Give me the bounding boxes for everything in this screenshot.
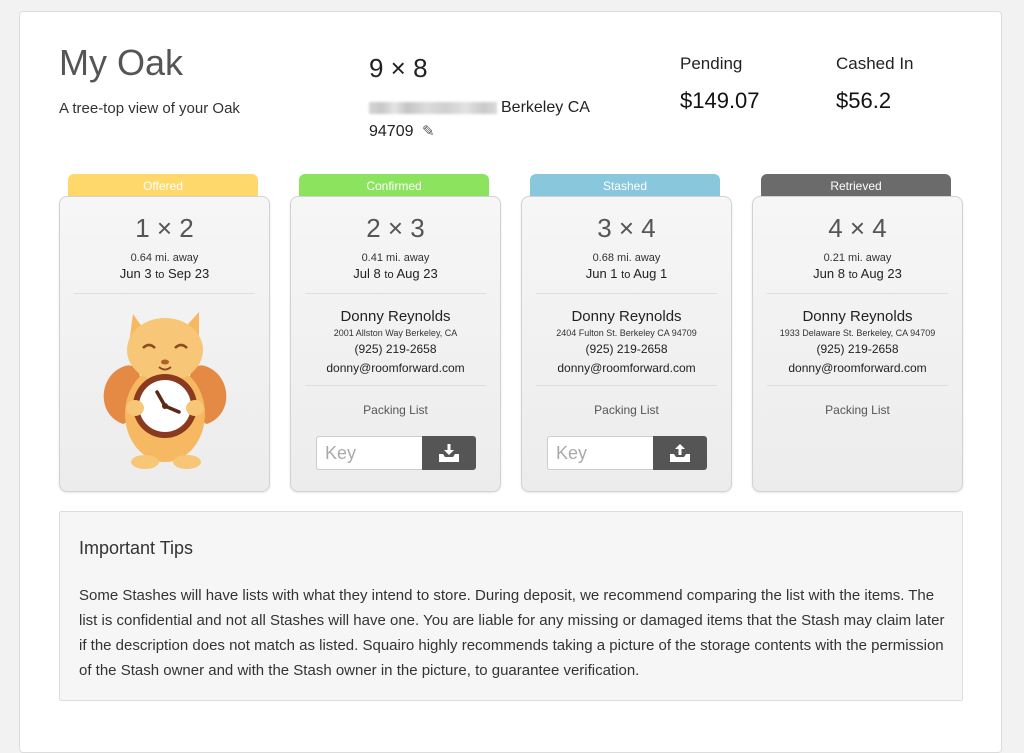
oak-size: 9 × 8 [369, 53, 428, 83]
pending-stat: Pending $149.07 [680, 54, 760, 114]
important-tips-panel: Important Tips Some Stashes will have li… [59, 511, 963, 701]
card-size: 4 × 4 [828, 213, 887, 243]
redacted-street [369, 101, 497, 114]
contact-name: Donny Reynolds [802, 308, 913, 325]
address-city: Berkeley CA [501, 99, 590, 116]
date-end: Aug 23 [860, 266, 902, 281]
card-divider [767, 385, 948, 386]
squirrel-clock-illustration [103, 312, 226, 469]
card-dates: Jun 1 to Aug 1 [522, 266, 731, 281]
date-to: to [384, 269, 394, 281]
card-divider [305, 293, 486, 294]
cashed-label: Cashed In [836, 54, 914, 73]
pending-label: Pending [680, 54, 743, 73]
contact-street: 1933 Delaware St. Berkeley, CA 94709 [779, 328, 936, 338]
contact-name: Donny Reynolds [340, 308, 451, 325]
date-start: Jun 8 [813, 266, 845, 281]
contact-phone: (925) 219-2658 [585, 342, 668, 356]
contact-phone: (925) 219-2658 [354, 342, 437, 356]
page-title: My Oak [59, 42, 184, 83]
pencil-icon[interactable]: ✎ [422, 123, 435, 140]
status-tab-offered: Offered [68, 174, 258, 196]
card-dates: Jul 8 to Aug 23 [291, 266, 500, 281]
card-divider [767, 293, 948, 294]
packing-list-link[interactable]: Packing List [291, 403, 500, 417]
contact-name: Donny Reynolds [571, 308, 682, 325]
contact-email: donny@roomforward.com [557, 361, 696, 375]
page-subtitle: A tree-top view of your Oak [59, 100, 240, 117]
card-distance: 0.41 mi. away [361, 252, 430, 264]
card-divider [305, 385, 486, 386]
cashed-value: $56.2 [836, 88, 892, 113]
inbox-upload-icon [670, 444, 690, 462]
contact-email: donny@roomforward.com [326, 361, 465, 375]
card-divider [536, 385, 717, 386]
packing-list-link[interactable]: Packing List [753, 403, 962, 417]
contact-street: 2404 Fulton St. Berkeley CA 94709 [556, 328, 697, 338]
date-to: to [848, 269, 858, 281]
oak-address: Berkeley CA 94709 ✎ [369, 96, 609, 144]
date-end: Aug 1 [633, 266, 668, 281]
card-dates: Jun 8 to Aug 23 [753, 266, 962, 281]
stash-card-retrieved[interactable]: 4 × 4 0.21 mi. away Jun 8 to Aug 23 Donn… [752, 196, 963, 492]
cashed-stat: Cashed In $56.2 [836, 54, 914, 114]
stash-card-confirmed[interactable]: 2 × 3 0.41 mi. away Jul 8 to Aug 23 Donn… [290, 196, 501, 492]
card-size: 3 × 4 [597, 213, 656, 243]
deposit-button[interactable] [422, 436, 476, 470]
key-entry [547, 436, 707, 470]
date-start: Jul 8 [353, 266, 381, 281]
status-tab-confirmed: Confirmed [299, 174, 489, 196]
key-entry [316, 436, 476, 470]
card-divider [536, 293, 717, 294]
stash-card-offered[interactable]: 1 × 2 0.64 mi. away Jun 3 to Sep 23 [59, 196, 270, 492]
retrieve-button[interactable] [653, 436, 707, 470]
key-input[interactable] [547, 436, 653, 470]
tips-body: Some Stashes will have lists with what t… [79, 587, 945, 679]
date-to: to [155, 269, 165, 281]
address-zip: 94709 [369, 123, 414, 140]
status-tab-stashed: Stashed [530, 174, 720, 196]
pending-value: $149.07 [680, 88, 760, 113]
key-input[interactable] [316, 436, 422, 470]
status-tab-retrieved: Retrieved [761, 174, 951, 196]
date-end: Sep 23 [168, 266, 210, 281]
inbox-download-icon [439, 444, 459, 462]
date-start: Jun 3 [119, 266, 152, 281]
card-distance: 0.64 mi. away [130, 252, 199, 264]
date-end: Aug 23 [396, 266, 438, 281]
contact-email: donny@roomforward.com [788, 361, 927, 375]
contact-phone: (925) 219-2658 [816, 342, 899, 356]
tips-heading: Important Tips [79, 538, 194, 558]
date-to: to [621, 269, 631, 281]
stash-card-stashed[interactable]: 3 × 4 0.68 mi. away Jun 1 to Aug 1 Donny… [521, 196, 732, 492]
oak-dashboard: My Oak A tree-top view of your Oak 9 × 8… [19, 11, 1002, 753]
card-distance: 0.21 mi. away [823, 252, 892, 264]
date-start: Jun 1 [585, 266, 618, 281]
contact-street: 2001 Allston Way Berkeley, CA [333, 328, 458, 338]
card-distance: 0.68 mi. away [592, 252, 661, 264]
card-dates: Jun 3 to Sep 23 [60, 266, 269, 281]
card-size: 2 × 3 [366, 213, 425, 243]
packing-list-link[interactable]: Packing List [522, 403, 731, 417]
card-divider [74, 293, 255, 294]
card-size: 1 × 2 [135, 213, 194, 243]
